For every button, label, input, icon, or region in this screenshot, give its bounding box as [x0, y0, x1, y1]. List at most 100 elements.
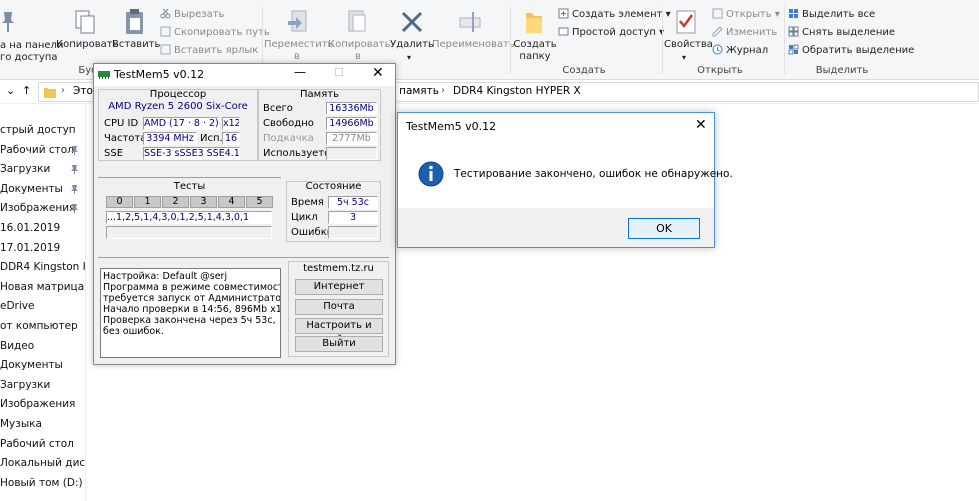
- copy-path-label: Скопировать путь: [174, 27, 270, 38]
- navigation-pane: стрый доступ Рабочий стол Загрузки Документ…: [0, 104, 86, 501]
- nav-item[interactable]: Локальный диск (С: [0, 454, 85, 472]
- mem-free-field: 14966Mb: [326, 117, 377, 130]
- create-group-label: Создать: [562, 65, 606, 76]
- site-label: testmem.tz.ru: [303, 263, 374, 274]
- copy-path-button[interactable]: Скопировать путь: [160, 26, 270, 40]
- close-button[interactable]: ✕: [372, 65, 384, 81]
- dialog-close-button[interactable]: ✕: [695, 117, 707, 133]
- ok-button[interactable]: OK: [628, 218, 700, 239]
- nav-item[interactable]: 17.01.2019: [0, 239, 60, 257]
- nav-item[interactable]: Новый том (D:): [0, 474, 83, 492]
- copy-to-button[interactable]: Копировать в: [328, 6, 391, 62]
- copy-button[interactable]: Копировать: [56, 6, 119, 62]
- select-all-button[interactable]: Выделить все: [788, 8, 875, 22]
- new-item-button[interactable]: Создать элемент ▾: [558, 8, 671, 22]
- log-text-area[interactable]: Настройка: Default @serj Программа в реж…: [100, 268, 281, 358]
- mem-swap-label: Подкачка: [263, 133, 314, 144]
- rename-button[interactable]: Переименовать: [432, 6, 515, 62]
- up-arrow-icon[interactable]: ↑: [22, 84, 31, 97]
- nav-item[interactable]: Рабочий стол: [0, 435, 74, 453]
- minimize-button[interactable]: —: [294, 65, 306, 79]
- nav-item[interactable]: Новая матрица мэ: [0, 278, 85, 296]
- nav-item[interactable]: Документы: [0, 356, 63, 374]
- chevron-down-icon: ▾: [407, 53, 412, 62]
- nav-item[interactable]: стрый доступ: [0, 121, 76, 139]
- tests-grid: 012345: [106, 196, 274, 210]
- shortcut-icon: [160, 44, 171, 55]
- edit-label: Изменить: [726, 27, 778, 38]
- move-to-button[interactable]: Переместить в: [264, 6, 333, 62]
- copy-label: Копировать: [56, 39, 119, 50]
- testmem-window: TestMem5 v0.12 — ☐ ✕ Процессор AMD Ryzen…: [93, 63, 396, 365]
- easy-access-label: Простой доступ: [572, 27, 656, 38]
- mail-button[interactable]: Почта: [295, 299, 383, 315]
- open-label: Открыть: [726, 9, 772, 20]
- new-folder-button[interactable]: Создать папку: [512, 6, 558, 62]
- properties-button[interactable]: Свойства ▾: [664, 6, 713, 62]
- nav-item[interactable]: Загрузки: [0, 376, 50, 394]
- paste-shortcut-label: Вставить ярлык: [174, 45, 259, 56]
- test-column-cell: 1: [134, 196, 161, 208]
- test-column-cell: 2: [162, 196, 189, 208]
- open-icon: [712, 8, 723, 19]
- clipboard-icon: [126, 9, 143, 34]
- internet-button[interactable]: Интернет: [295, 279, 383, 295]
- address-crumb-this-pc[interactable]: Это: [73, 85, 93, 97]
- nav-item[interactable]: Документы: [0, 180, 63, 198]
- memory-group-label: Память: [300, 89, 339, 100]
- tests-progress-bar: [106, 226, 272, 239]
- setup-exit-button[interactable]: Настроить и выйти: [295, 318, 383, 345]
- cycle-label: Цикл: [291, 212, 318, 223]
- pin-quick-access-button[interactable]: а на панели го доступа: [0, 6, 63, 63]
- test-column-cell: 3: [190, 196, 217, 208]
- properties-label: Свойства: [664, 39, 713, 50]
- used-threads-field: 16: [222, 132, 240, 145]
- address-crumb-current[interactable]: DDR4 Kingston HYPER X: [453, 85, 581, 97]
- open-button[interactable]: Открыть ▾: [712, 8, 780, 22]
- new-item-label: Создать элемент: [572, 9, 663, 20]
- tests-top-line: [98, 177, 281, 178]
- maximize-button[interactable]: ☐: [334, 66, 344, 79]
- nav-item[interactable]: Изображения: [0, 395, 75, 413]
- paste-button[interactable]: Вставить: [112, 6, 160, 62]
- pin-icon: [71, 165, 78, 175]
- copy-path-icon: [160, 26, 171, 37]
- nav-item[interactable]: 16.01.2019: [0, 219, 60, 237]
- paste-shortcut-button[interactable]: Вставить ярлык: [160, 44, 258, 58]
- nav-item[interactable]: Загрузки: [0, 160, 50, 178]
- address-chevron-icon: ›: [441, 85, 445, 96]
- nav-item[interactable]: Изображения: [0, 199, 75, 217]
- nav-item[interactable]: Видео: [0, 337, 34, 355]
- select-none-button[interactable]: Снять выделение: [788, 26, 895, 40]
- invert-selection-button[interactable]: Обратить выделение: [788, 44, 914, 58]
- invert-selection-icon: [788, 44, 799, 55]
- edit-button[interactable]: Изменить: [712, 26, 777, 40]
- edit-pencil-icon: [712, 26, 723, 37]
- dialog-message: Тестирование закончено, ошибок не обнару…: [454, 168, 733, 180]
- chevron-down-icon[interactable]: ⌄: [6, 84, 15, 97]
- folder-icon: [44, 88, 56, 98]
- mem-free-label: Свободно: [263, 118, 314, 129]
- cut-button[interactable]: Вырезать: [160, 8, 224, 22]
- mem-inuse-label: Используется: [263, 148, 336, 159]
- testmem-titlebar[interactable]: TestMem5 v0.12 — ☐ ✕: [94, 64, 395, 86]
- nav-item[interactable]: от компьютер: [0, 317, 78, 335]
- pin-icon: [71, 204, 78, 214]
- new-item-icon: [558, 8, 569, 19]
- easy-access-button[interactable]: Простой доступ ▾: [558, 26, 664, 40]
- nav-item[interactable]: DDR4 Kingston HYP: [0, 258, 85, 276]
- copy-to-label: Копировать в: [328, 39, 391, 62]
- select-group-label: Выделить: [815, 65, 869, 76]
- nav-item[interactable]: Музыка: [0, 415, 42, 433]
- sse-label: SSE: [104, 148, 124, 159]
- scissors-icon: [160, 8, 171, 19]
- dialog-footer: OK: [398, 208, 714, 247]
- delete-button[interactable]: Удалить ▾: [390, 6, 434, 62]
- history-label: Журнал: [726, 45, 769, 56]
- history-button[interactable]: Журнал: [712, 44, 768, 58]
- cpu-id-label: CPU ID: [104, 118, 139, 129]
- test-column-cell: 0: [106, 196, 133, 208]
- nav-item[interactable]: Рабочий стол: [0, 141, 74, 159]
- exit-button[interactable]: Выйти: [295, 336, 383, 352]
- nav-item[interactable]: eDrive: [0, 297, 34, 315]
